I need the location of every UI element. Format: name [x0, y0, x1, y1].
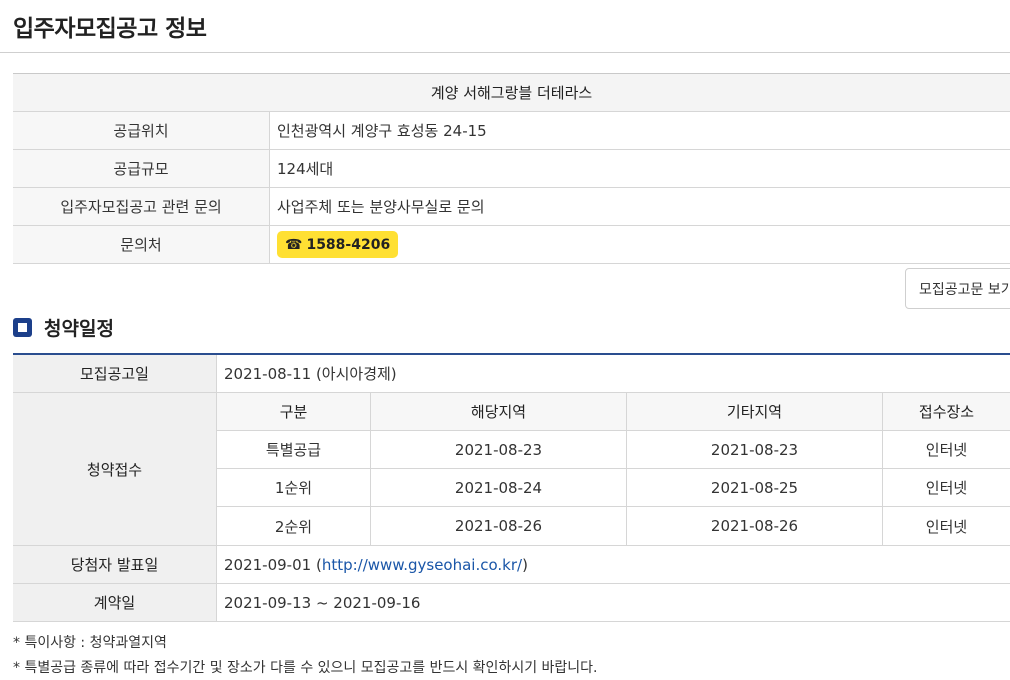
schedule-row-application: 청약접수 구분 해당지역 기타지역 접수장소 특별공급 2021-08-23 2…	[13, 393, 1010, 546]
phone-badge[interactable]: ☎ 1588-4206	[277, 231, 399, 258]
column-header: 구분	[217, 393, 371, 430]
schedule-label: 모집공고일	[13, 355, 217, 392]
schedule-value: 2021-09-13 ~ 2021-09-16	[224, 593, 421, 612]
info-row-scale: 공급규모 124세대	[13, 150, 1010, 188]
info-value: 인천광역시 계양구 효성동 24-15	[277, 122, 487, 140]
info-label: 공급규모	[13, 150, 270, 187]
table-cell: 1순위	[217, 469, 371, 506]
info-label: 입주자모집공고 관련 문의	[13, 188, 270, 225]
section-title: 청약일정	[13, 314, 114, 341]
table-cell: 특별공급	[217, 431, 371, 468]
info-table: 계양 서해그랑블 더테라스 공급위치 인천광역시 계양구 효성동 24-15 공…	[13, 73, 1010, 264]
column-header: 접수장소	[883, 393, 1010, 430]
announcement-date: 2021-09-01	[224, 555, 312, 574]
notes: * 특이사항 : 청약과열지역 * 특별공급 종류에 따라 접수기간 및 장소가…	[13, 631, 598, 680]
column-header: 해당지역	[371, 393, 627, 430]
page: 입주자모집공고 정보 계양 서해그랑블 더테라스 공급위치 인천광역시 계양구 …	[0, 0, 1010, 680]
info-label: 공급위치	[13, 112, 270, 149]
phone-icon: ☎	[285, 236, 303, 253]
table-row: 특별공급 2021-08-23 2021-08-23 인터넷	[217, 431, 1010, 469]
table-cell: 2021-08-23	[627, 431, 883, 468]
schedule-label: 청약접수	[13, 393, 217, 545]
table-cell: 인터넷	[925, 441, 968, 459]
schedule-row-contract: 계약일 2021-09-13 ~ 2021-09-16	[13, 584, 1010, 622]
table-cell: 인터넷	[925, 517, 968, 536]
section-square-icon	[13, 318, 32, 337]
note-line: * 특별공급 종류에 따라 접수기간 및 장소가 다를 수 있으니 모집공고를 …	[13, 660, 598, 676]
table-row: 1순위 2021-08-24 2021-08-25 인터넷	[217, 469, 1010, 507]
schedule-value: 2021-08-11 (아시아경제)	[224, 365, 397, 383]
application-subtable: 구분 해당지역 기타지역 접수장소 특별공급 2021-08-23 2021-0…	[217, 393, 1010, 545]
schedule-label: 계약일	[13, 584, 217, 621]
info-value: 124세대	[277, 160, 334, 178]
table-cell: 2021-08-24	[371, 469, 627, 506]
column-header: 기타지역	[627, 393, 883, 430]
winner-site-link[interactable]: http://www.gyseohai.co.kr/	[322, 556, 522, 574]
info-row-contact: 문의처 ☎ 1588-4206	[13, 226, 1010, 264]
info-label: 문의처	[13, 226, 270, 263]
page-title: 입주자모집공고 정보	[13, 16, 207, 42]
application-header-row: 구분 해당지역 기타지역 접수장소	[217, 393, 1010, 431]
schedule-table: 모집공고일 2021-08-11 (아시아경제) 청약접수 구분 해당지역 기타…	[13, 353, 1010, 622]
title-divider	[0, 52, 1010, 53]
table-cell: 인터넷	[925, 479, 968, 497]
info-row-inquiry: 입주자모집공고 관련 문의 사업주체 또는 분양사무실로 문의	[13, 188, 1010, 226]
complex-name: 계양 서해그랑블 더테라스	[13, 74, 1010, 112]
table-cell: 2021-08-23	[371, 431, 627, 468]
table-cell: 2021-08-26	[627, 507, 883, 545]
table-row: 2순위 2021-08-26 2021-08-26 인터넷	[217, 507, 1010, 545]
info-value: 사업주체 또는 분양사무실로 문의	[277, 198, 485, 216]
view-notice-button[interactable]: 모집공고문 보기	[905, 268, 1010, 309]
table-cell: 2021-08-25	[627, 469, 883, 506]
schedule-row-notice: 모집공고일 2021-08-11 (아시아경제)	[13, 355, 1010, 393]
schedule-label: 당첨자 발표일	[13, 546, 217, 583]
schedule-row-announcement: 당첨자 발표일 2021-09-01 ( http://www.gyseohai…	[13, 546, 1010, 584]
info-row-location: 공급위치 인천광역시 계양구 효성동 24-15	[13, 112, 1010, 150]
section-title-text: 청약일정	[44, 318, 114, 340]
table-cell: 2021-08-26	[371, 507, 627, 545]
phone-number: 1588-4206	[306, 236, 391, 253]
note-line: * 특이사항 : 청약과열지역	[13, 635, 167, 651]
schedule-value: 2021-09-01 ( http://www.gyseohai.co.kr/ …	[224, 555, 528, 574]
table-cell: 2순위	[217, 507, 371, 545]
